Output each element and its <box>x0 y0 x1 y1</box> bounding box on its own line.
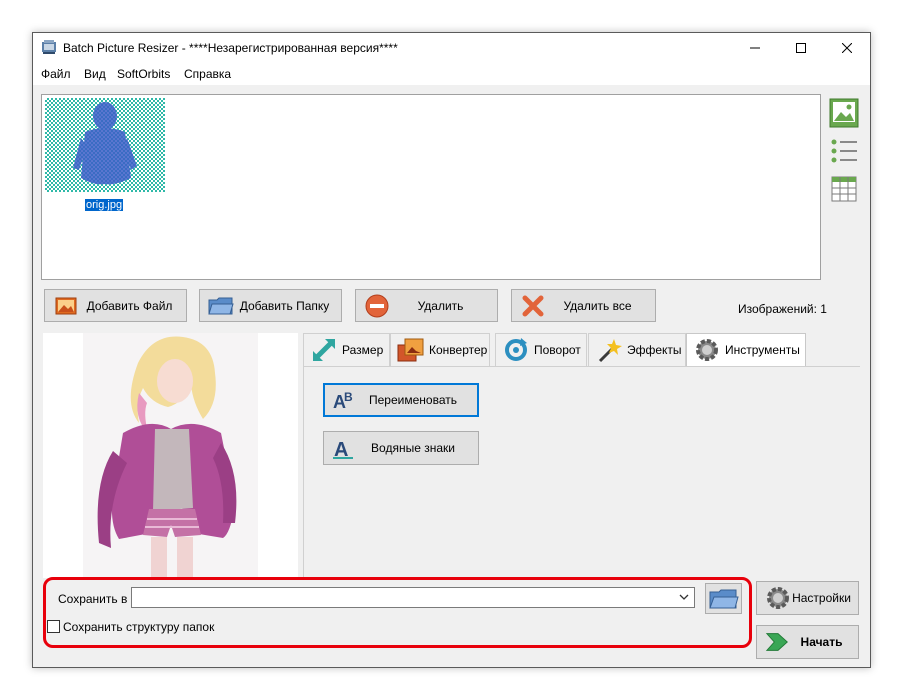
file-thumbnail[interactable] <box>45 98 165 192</box>
title-bar[interactable]: Batch Picture Resizer - ****Незарегистри… <box>33 33 870 63</box>
tab-tools[interactable]: Инструменты <box>686 333 806 366</box>
folder-icon <box>208 294 234 318</box>
tab-effects[interactable]: Эффекты <box>588 333 686 366</box>
menu-softorbits[interactable]: SoftOrbits <box>117 67 170 81</box>
delete-all-icon <box>520 294 546 318</box>
window-title: Batch Picture Resizer - ****Незарегистри… <box>63 41 398 55</box>
start-button[interactable]: Начать <box>756 625 859 659</box>
minimize-icon <box>750 47 760 49</box>
maximize-button[interactable] <box>778 33 824 63</box>
watermark-button[interactable]: A Водяные знаки <box>323 431 479 465</box>
delete-all-button[interactable]: Удалить все <box>511 289 656 322</box>
open-folder-icon <box>708 589 739 608</box>
delete-button[interactable]: Удалить <box>355 289 498 322</box>
images-count: Изображений: 1 <box>738 302 827 316</box>
maximize-icon <box>796 43 806 53</box>
file-list[interactable]: orig.jpg <box>41 94 821 280</box>
view-list-button[interactable] <box>828 135 860 167</box>
menu-view[interactable]: Вид <box>84 67 106 81</box>
resize-icon <box>310 337 338 363</box>
effects-icon <box>595 337 623 363</box>
view-thumbnails-button[interactable] <box>828 97 860 129</box>
file-name[interactable]: orig.jpg <box>85 199 124 211</box>
preview-image <box>43 333 298 578</box>
svg-text:A: A <box>334 439 348 460</box>
watermark-icon: A <box>330 435 356 461</box>
delete-icon <box>364 294 390 318</box>
view-table-button[interactable] <box>828 173 860 205</box>
menu-file[interactable]: Файл <box>41 67 71 81</box>
keep-structure-label[interactable]: Сохранить структуру папок <box>63 620 214 634</box>
rotate-icon <box>502 337 530 363</box>
save-to-label: Сохранить в <box>58 592 128 606</box>
tab-rotate[interactable]: Поворот <box>495 333 587 366</box>
converter-icon <box>397 337 425 363</box>
save-to-combobox[interactable] <box>131 587 695 608</box>
menu-help[interactable]: Справка <box>184 67 231 81</box>
image-icon <box>829 98 859 128</box>
tab-converter[interactable]: Конвертер <box>390 333 490 366</box>
settings-gear-icon <box>765 586 791 610</box>
gear-icon <box>693 337 721 363</box>
settings-button[interactable]: Настройки <box>756 581 859 615</box>
tab-resize[interactable]: Размер <box>303 333 390 366</box>
image-preview <box>43 333 298 578</box>
close-button[interactable] <box>824 33 870 63</box>
rename-icon: AB <box>331 387 357 413</box>
list-icon <box>831 139 857 163</box>
svg-text:B: B <box>344 390 353 404</box>
chevron-down-icon <box>679 594 689 600</box>
rename-button[interactable]: AB Переименовать <box>323 383 479 417</box>
start-arrow-icon <box>765 630 791 654</box>
app-window: Batch Picture Resizer - ****Незарегистри… <box>32 32 871 668</box>
table-icon <box>831 176 857 202</box>
close-icon <box>842 43 852 53</box>
minimize-button[interactable] <box>732 33 778 63</box>
keep-structure-checkbox[interactable] <box>47 620 60 633</box>
browse-folder-button[interactable] <box>705 583 742 614</box>
app-icon <box>41 39 57 55</box>
add-image-icon <box>53 294 79 318</box>
add-folder-button[interactable]: Добавить Папку <box>199 289 342 322</box>
add-file-button[interactable]: Добавить Файл <box>44 289 187 322</box>
